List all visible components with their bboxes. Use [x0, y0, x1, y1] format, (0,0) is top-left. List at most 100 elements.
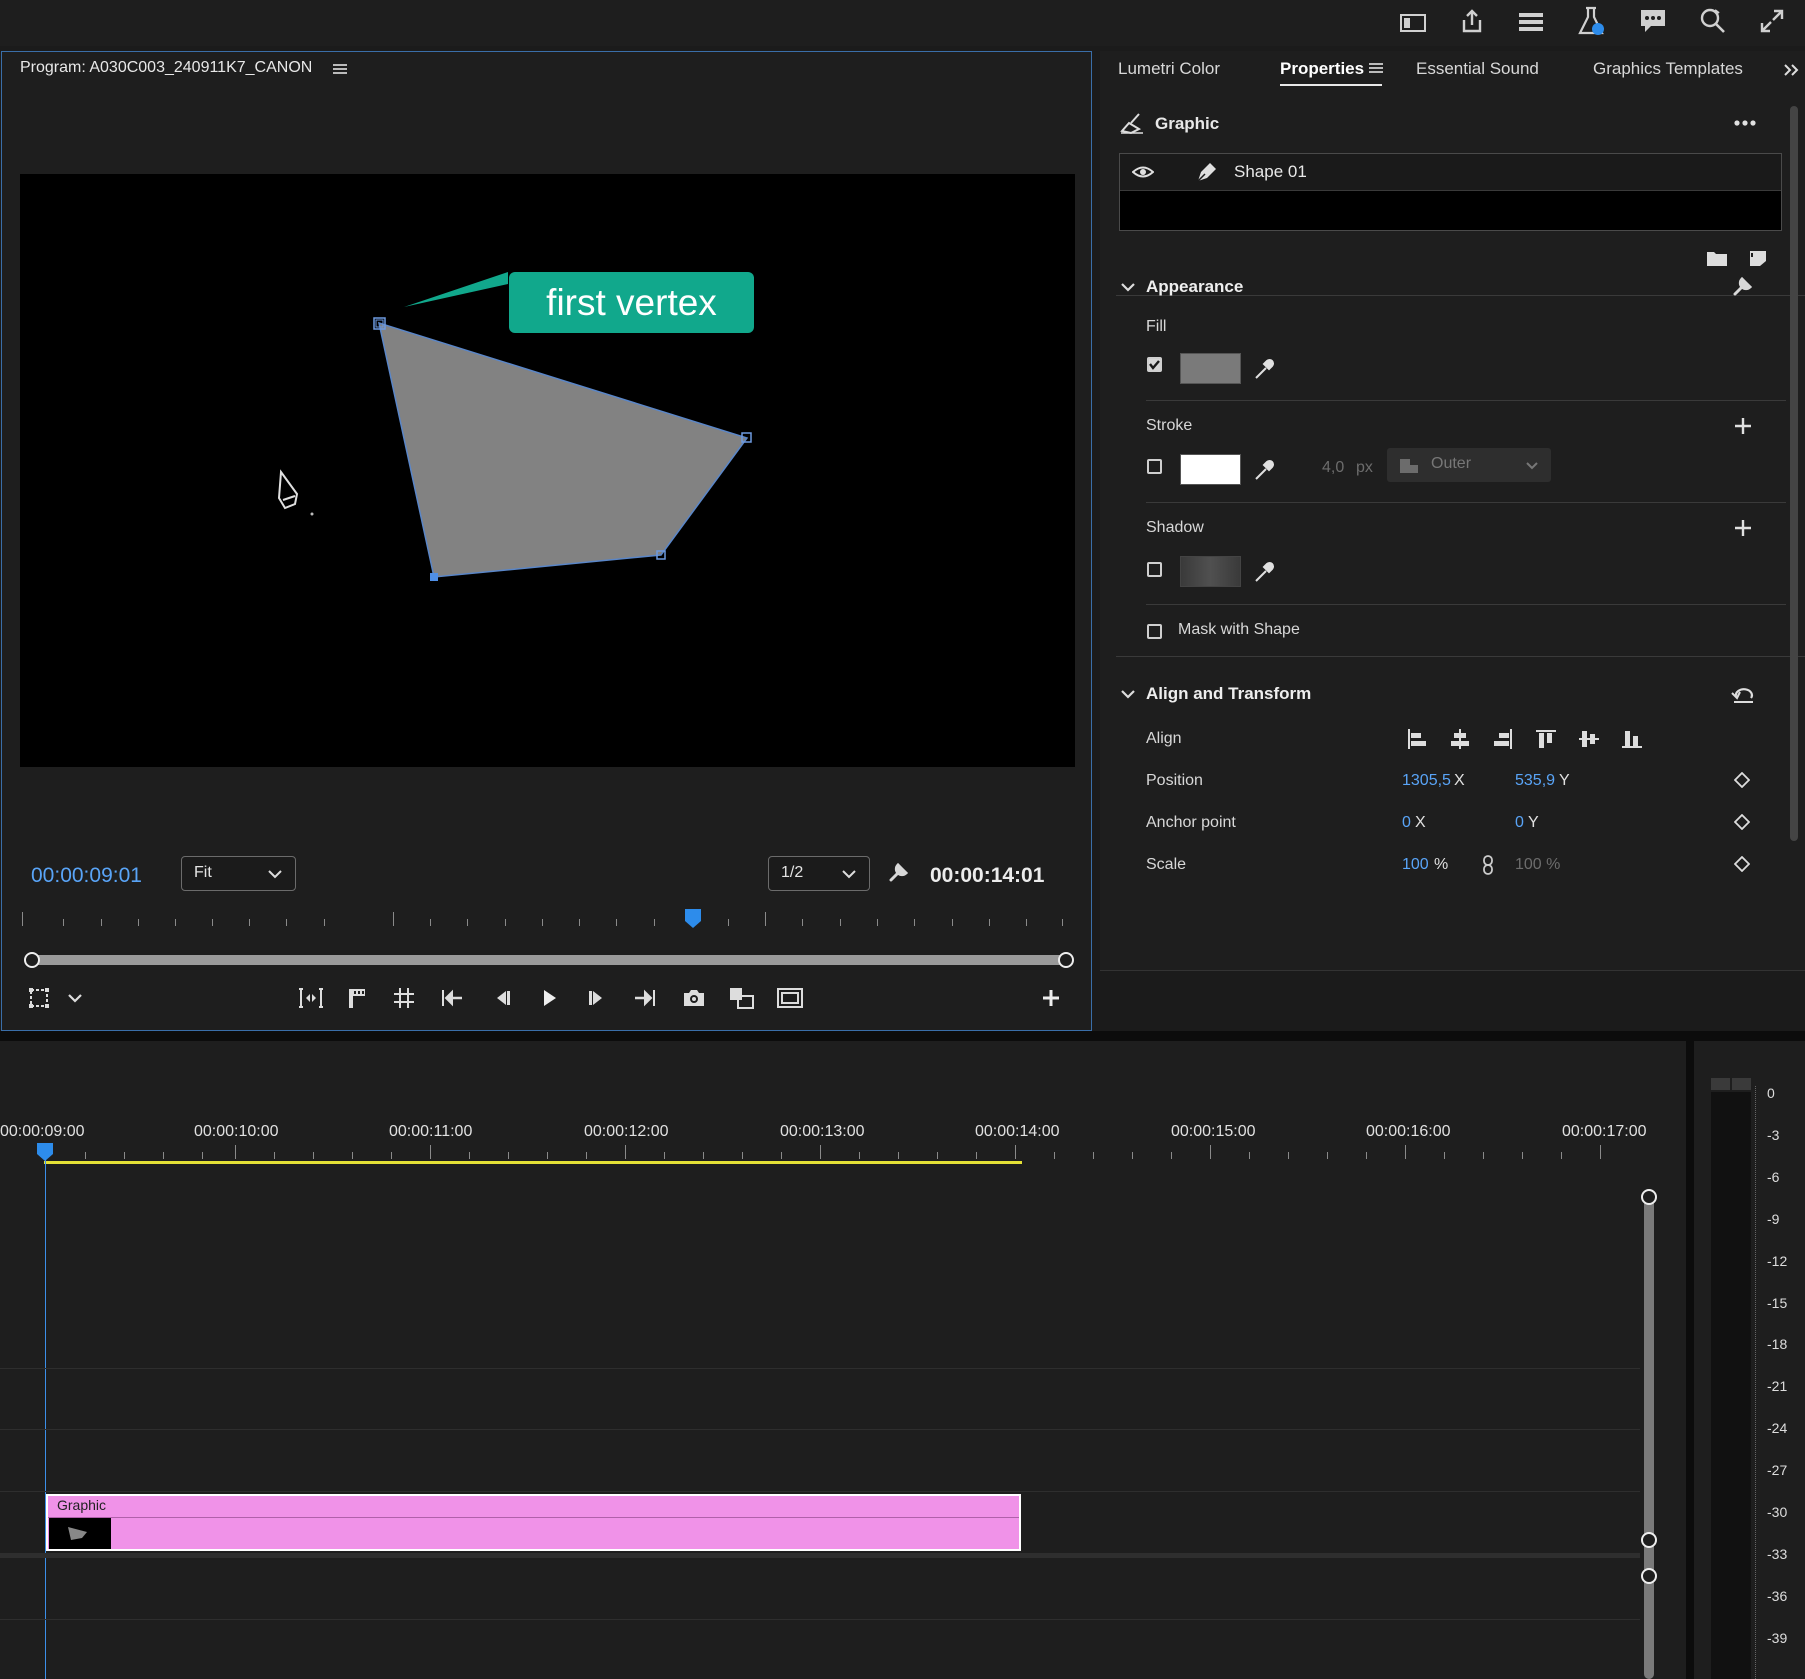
graphic-label: Graphic — [1155, 114, 1220, 133]
panel-menu-icon[interactable] — [332, 62, 348, 76]
add-button-icon[interactable] — [1039, 985, 1063, 1011]
current-timecode[interactable]: 00:00:09:01 — [31, 864, 142, 888]
step-forward-icon[interactable] — [584, 985, 610, 1011]
reset-icon[interactable] — [1730, 681, 1756, 707]
keyframe-diamond-icon[interactable] — [1732, 770, 1752, 790]
share-icon[interactable] — [1457, 6, 1487, 36]
workspaces-icon[interactable] — [1516, 8, 1546, 36]
align-bottom-icon[interactable] — [1619, 727, 1645, 751]
stroke-type-dropdown[interactable]: Outer — [1387, 448, 1551, 482]
layer-name[interactable]: Shape 01 — [1234, 162, 1307, 182]
panel-icon[interactable] — [1398, 10, 1428, 36]
search-zoom-icon[interactable] — [1698, 6, 1728, 36]
tab-essential-sound[interactable]: Essential Sound — [1416, 59, 1539, 79]
graphic-clip[interactable]: Graphic — [46, 1494, 1021, 1551]
eyedropper-icon[interactable] — [1252, 356, 1276, 382]
align-center-horizontal-icon[interactable] — [1447, 727, 1473, 751]
timecode-label: 00:00:17:00 — [1562, 1123, 1647, 1140]
tab-lumetri-color[interactable]: Lumetri Color — [1118, 59, 1220, 79]
keyframe-diamond-icon[interactable] — [1732, 812, 1752, 832]
keyframe-diamond-icon[interactable] — [1732, 854, 1752, 874]
panel-separator — [1686, 1041, 1694, 1679]
wrench-icon[interactable] — [886, 859, 912, 885]
timeline-vertical-scrollbar[interactable] — [1644, 1197, 1654, 1679]
track-divider — [0, 1619, 1640, 1620]
toggle-proxy-icon[interactable] — [775, 985, 805, 1011]
mask-checkbox[interactable] — [1147, 624, 1162, 639]
eyedropper-icon[interactable] — [1252, 559, 1276, 585]
scroll-handle-top[interactable] — [1641, 1189, 1657, 1205]
go-to-out-icon[interactable] — [632, 985, 658, 1011]
video-frame[interactable]: first vertex — [20, 174, 1075, 767]
eye-icon[interactable] — [1130, 161, 1156, 183]
stroke-width-value[interactable]: 4,0 — [1322, 459, 1344, 477]
appearance-header[interactable]: Appearance — [1146, 277, 1243, 297]
mark-in-out-icon[interactable] — [296, 985, 326, 1011]
export-frame-icon[interactable] — [681, 985, 707, 1011]
shadow-color-swatch[interactable] — [1180, 556, 1241, 587]
step-back-icon[interactable] — [489, 985, 515, 1011]
scroll-handle-bottom[interactable] — [1641, 1532, 1657, 1548]
align-right-icon[interactable] — [1490, 727, 1516, 751]
layer-row[interactable]: Shape 01 — [1120, 154, 1781, 191]
more-options-icon[interactable] — [1730, 113, 1760, 133]
chevron-down-icon[interactable] — [64, 988, 86, 1008]
align-transform-header[interactable]: Align and Transform — [1146, 684, 1311, 704]
active-tab-underline — [1280, 84, 1382, 86]
add-stroke-icon[interactable] — [1732, 415, 1754, 437]
properties-scrollbar[interactable] — [1790, 106, 1798, 841]
properties-panel: Lumetri Color Properties Essential Sound… — [1100, 51, 1805, 971]
resolution-dropdown[interactable]: 1/2 — [768, 856, 870, 891]
mask-with-shape-label[interactable]: Mask with Shape — [1178, 621, 1300, 639]
playhead-marker — [685, 909, 701, 928]
properties-bottom-divider — [1100, 970, 1805, 971]
beta-icon[interactable] — [1576, 4, 1606, 38]
wrench-icon[interactable] — [1730, 273, 1756, 299]
stroke-checkbox[interactable] — [1147, 459, 1162, 474]
program-ruler[interactable] — [20, 909, 1065, 932]
panel-menu-icon[interactable] — [1368, 61, 1384, 75]
meter-bars — [1711, 1092, 1751, 1679]
more-panels-icon[interactable] — [1780, 59, 1802, 81]
align-top-icon[interactable] — [1533, 727, 1559, 751]
chevron-down-icon[interactable] — [1118, 276, 1138, 298]
fill-checkbox[interactable] — [1147, 357, 1162, 372]
add-marker-icon[interactable] — [344, 985, 370, 1011]
chevron-down-icon — [1526, 462, 1538, 470]
grid-icon[interactable] — [391, 985, 417, 1011]
new-layer-icon[interactable] — [1746, 247, 1770, 269]
comparison-view-icon[interactable] — [727, 985, 757, 1011]
timecode-label: 00:00:14:00 — [975, 1123, 1060, 1140]
duration-timecode: 00:00:14:01 — [930, 864, 1045, 887]
zoom-scrollbar[interactable] — [24, 952, 1074, 968]
position-y-value[interactable]: 535,9 — [1515, 772, 1555, 790]
fullscreen-icon[interactable] — [1757, 6, 1787, 36]
add-shadow-icon[interactable] — [1732, 517, 1754, 539]
work-area-bar[interactable] — [44, 1161, 1022, 1164]
position-x-value[interactable]: 1305,5 — [1402, 772, 1451, 790]
chevron-down-icon[interactable] — [1118, 683, 1138, 705]
tab-graphics-templates[interactable]: Graphics Templates — [1593, 59, 1743, 79]
safe-margins-icon[interactable] — [26, 985, 52, 1011]
play-icon[interactable] — [536, 985, 562, 1011]
tab-properties[interactable]: Properties — [1280, 59, 1364, 79]
meter-peak-right — [1732, 1078, 1751, 1090]
go-to-in-icon[interactable] — [439, 985, 465, 1011]
align-left-icon[interactable] — [1404, 727, 1430, 751]
shadow-checkbox[interactable] — [1147, 562, 1162, 577]
meter-label: -21 — [1767, 1378, 1788, 1394]
align-center-vertical-icon[interactable] — [1576, 727, 1602, 751]
anchor-y-value[interactable]: 0 — [1515, 814, 1524, 832]
link-icon[interactable] — [1480, 854, 1496, 876]
eyedropper-icon[interactable] — [1252, 457, 1276, 483]
feedback-icon[interactable] — [1637, 6, 1669, 36]
stroke-color-swatch[interactable] — [1180, 454, 1241, 485]
anchor-x-value[interactable]: 0 — [1402, 814, 1411, 832]
meter-label: -15 — [1767, 1295, 1788, 1311]
folder-icon[interactable] — [1704, 247, 1730, 269]
scale-value[interactable]: 100 — [1402, 856, 1429, 874]
fill-color-swatch[interactable] — [1180, 353, 1241, 384]
scroll-handle-top-2[interactable] — [1641, 1568, 1657, 1584]
meter-label: -39 — [1767, 1630, 1788, 1646]
fit-dropdown[interactable]: Fit — [181, 856, 296, 891]
